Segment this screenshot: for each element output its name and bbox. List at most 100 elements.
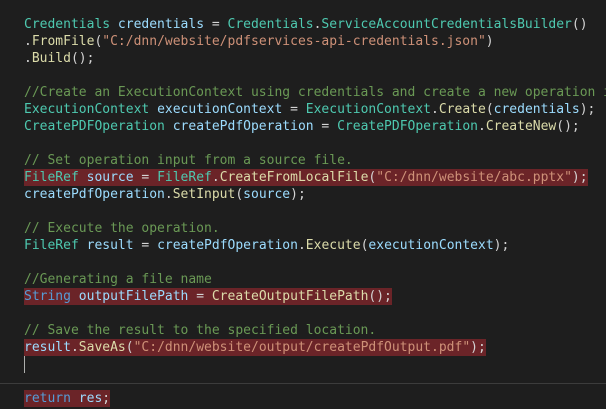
code-token: Execute (305, 238, 361, 253)
code-token: "C:/dnn/website/abc.pptx" (376, 170, 572, 185)
code-token: FileRef (24, 238, 79, 253)
code-line[interactable]: String outputFilePath = CreateOutputFile… (24, 288, 606, 305)
code-token: Credentials (24, 17, 111, 32)
editor-divider (0, 383, 606, 384)
code-line[interactable]: // Execute the operation. (24, 220, 606, 237)
code-token: FileRef (24, 170, 79, 185)
code-token: ); (290, 187, 306, 202)
code-token: CreateFromLocalFile (219, 170, 369, 185)
code-line[interactable]: //Create an ExecutionContext using crede… (24, 84, 606, 101)
code-token: Create (438, 102, 486, 117)
code-token: credentials (117, 17, 205, 32)
code-token: return (24, 391, 71, 406)
code-token: result (24, 340, 71, 355)
code-editor[interactable]: Credentials credentials = Credentials.Se… (0, 0, 606, 409)
code-token: ExecutionContext (305, 102, 432, 117)
code-token: Build (31, 51, 71, 66)
code-token: ); (571, 170, 588, 185)
code-line[interactable] (24, 203, 606, 220)
code-token: . (477, 119, 486, 134)
code-line[interactable]: result.SaveAs("C:/dnn/website/output/cre… (24, 339, 606, 356)
text-cursor (24, 356, 25, 373)
code-line[interactable]: // Save the result to the specified loca… (24, 322, 606, 339)
code-token: createPdfOperation (24, 187, 165, 202)
code-token: executionContext (368, 238, 494, 253)
code-token: CreatePDFOperation (337, 119, 478, 134)
highlighted-code-span: return res; (24, 390, 111, 407)
code-line[interactable]: FileRef source = FileRef.CreateFromLocal… (24, 169, 606, 186)
code-token: ; (102, 391, 111, 406)
code-token: ( (485, 102, 494, 117)
code-token: (); (368, 289, 392, 304)
code-token: = (133, 170, 158, 185)
code-line[interactable]: .FromFile("C:/dnn/website/pdfservices-ap… (24, 33, 606, 50)
code-token: res (78, 391, 103, 406)
code-token: ); (579, 102, 596, 117)
code-token: SetInput (172, 187, 236, 202)
code-token: = (313, 119, 338, 134)
code-line[interactable] (24, 305, 606, 322)
code-token: CreatePDFOperation (24, 119, 165, 134)
code-token: ); (493, 238, 510, 253)
code-token: . (24, 51, 32, 66)
code-token: ServiceAccountCredentialsBuilder (321, 17, 572, 32)
code-token: (); (556, 119, 580, 134)
code-token: createPdfOperation (172, 119, 314, 134)
code-line[interactable] (24, 356, 606, 373)
code-line[interactable]: CreatePDFOperation createPdfOperation = … (24, 118, 606, 135)
code-line[interactable]: Credentials credentials = Credentials.Se… (24, 16, 606, 33)
code-token: // Set operation input from a source fil… (24, 153, 353, 168)
code-line[interactable] (24, 67, 606, 84)
code-token: "C:/dnn/website/output/createPdfOutput.p… (133, 340, 471, 355)
code-token: . (164, 187, 173, 202)
code-line[interactable]: //Generating a file name (24, 271, 606, 288)
code-line[interactable] (24, 254, 606, 271)
code-token: source (243, 187, 291, 202)
code-token: outputFilePath (78, 289, 189, 304)
code-token: ); (470, 340, 486, 355)
code-line[interactable]: return res; (24, 390, 606, 407)
code-line[interactable]: .Build(); (24, 50, 606, 67)
code-token: // Execute the operation. (24, 221, 220, 236)
code-token: createPdfOperation (157, 238, 298, 253)
code-token: CreateNew (485, 119, 557, 134)
code-token: ) (485, 34, 494, 49)
code-line[interactable]: ExecutionContext executionContext = Exec… (24, 101, 606, 118)
code-area[interactable]: Credentials credentials = Credentials.Se… (24, 16, 606, 407)
code-token: executionContext (157, 102, 283, 117)
code-token: String (24, 289, 71, 304)
code-token: //Generating a file name (24, 272, 212, 287)
code-line[interactable]: FileRef result = createPdfOperation.Exec… (24, 237, 606, 254)
code-token: CreateOutputFilePath (211, 289, 369, 304)
code-token: = (133, 238, 158, 253)
code-token: () (571, 17, 588, 32)
code-token: // Save the result to the specified loca… (24, 323, 377, 338)
code-token: "C:/dnn/website/pdfservices-api-credenti… (102, 34, 486, 49)
code-token: FromFile (31, 34, 95, 49)
highlighted-code-span: result.SaveAs("C:/dnn/website/output/cre… (24, 339, 486, 356)
code-token: (); (70, 51, 95, 66)
code-token: source (86, 170, 134, 185)
code-line[interactable]: createPdfOperation.SetInput(source); (24, 186, 606, 203)
code-token: //Create an ExecutionContext using crede… (24, 85, 606, 100)
code-line[interactable]: // Set operation input from a source fil… (24, 152, 606, 169)
code-token: . (24, 34, 32, 49)
code-token: = (282, 102, 306, 117)
code-token: . (297, 238, 306, 253)
code-token: FileRef (157, 170, 212, 185)
code-token: ExecutionContext (24, 102, 150, 117)
code-line[interactable] (24, 135, 606, 152)
code-token: = (204, 17, 228, 32)
code-token: Credentials (227, 17, 314, 32)
code-token: SaveAs (78, 340, 126, 355)
code-line[interactable] (24, 373, 606, 390)
highlighted-code-span: String outputFilePath = CreateOutputFile… (24, 288, 392, 305)
code-token: ( (125, 340, 134, 355)
code-token: . (211, 170, 220, 185)
code-token: result (86, 238, 134, 253)
